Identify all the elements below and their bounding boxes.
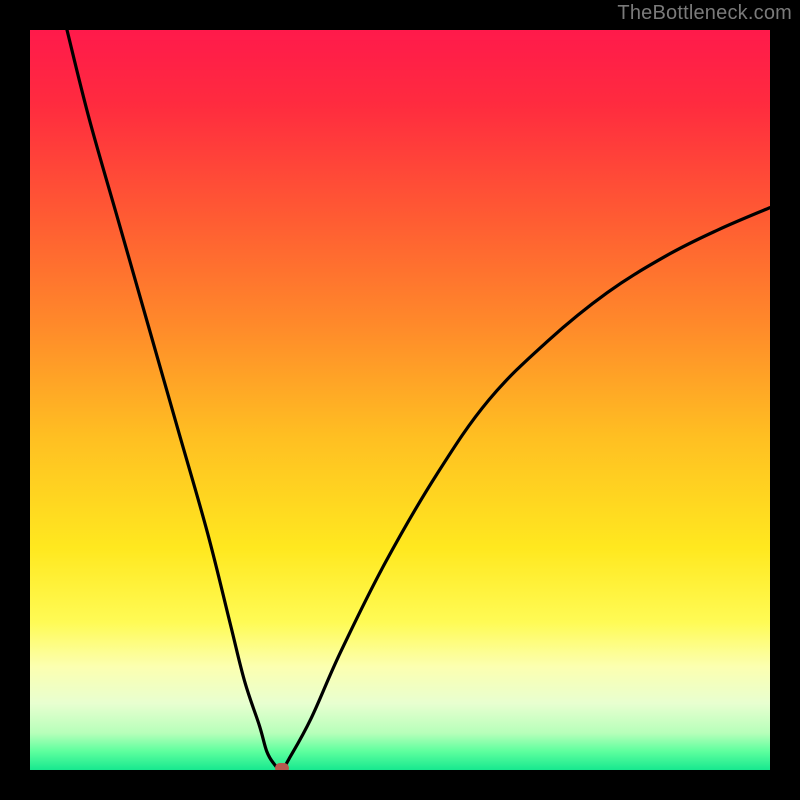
- bottleneck-curve: [30, 30, 770, 770]
- optimum-marker: [275, 763, 289, 770]
- plot-area: [30, 30, 770, 770]
- chart-frame: TheBottleneck.com: [0, 0, 800, 800]
- watermark-text: TheBottleneck.com: [617, 2, 792, 25]
